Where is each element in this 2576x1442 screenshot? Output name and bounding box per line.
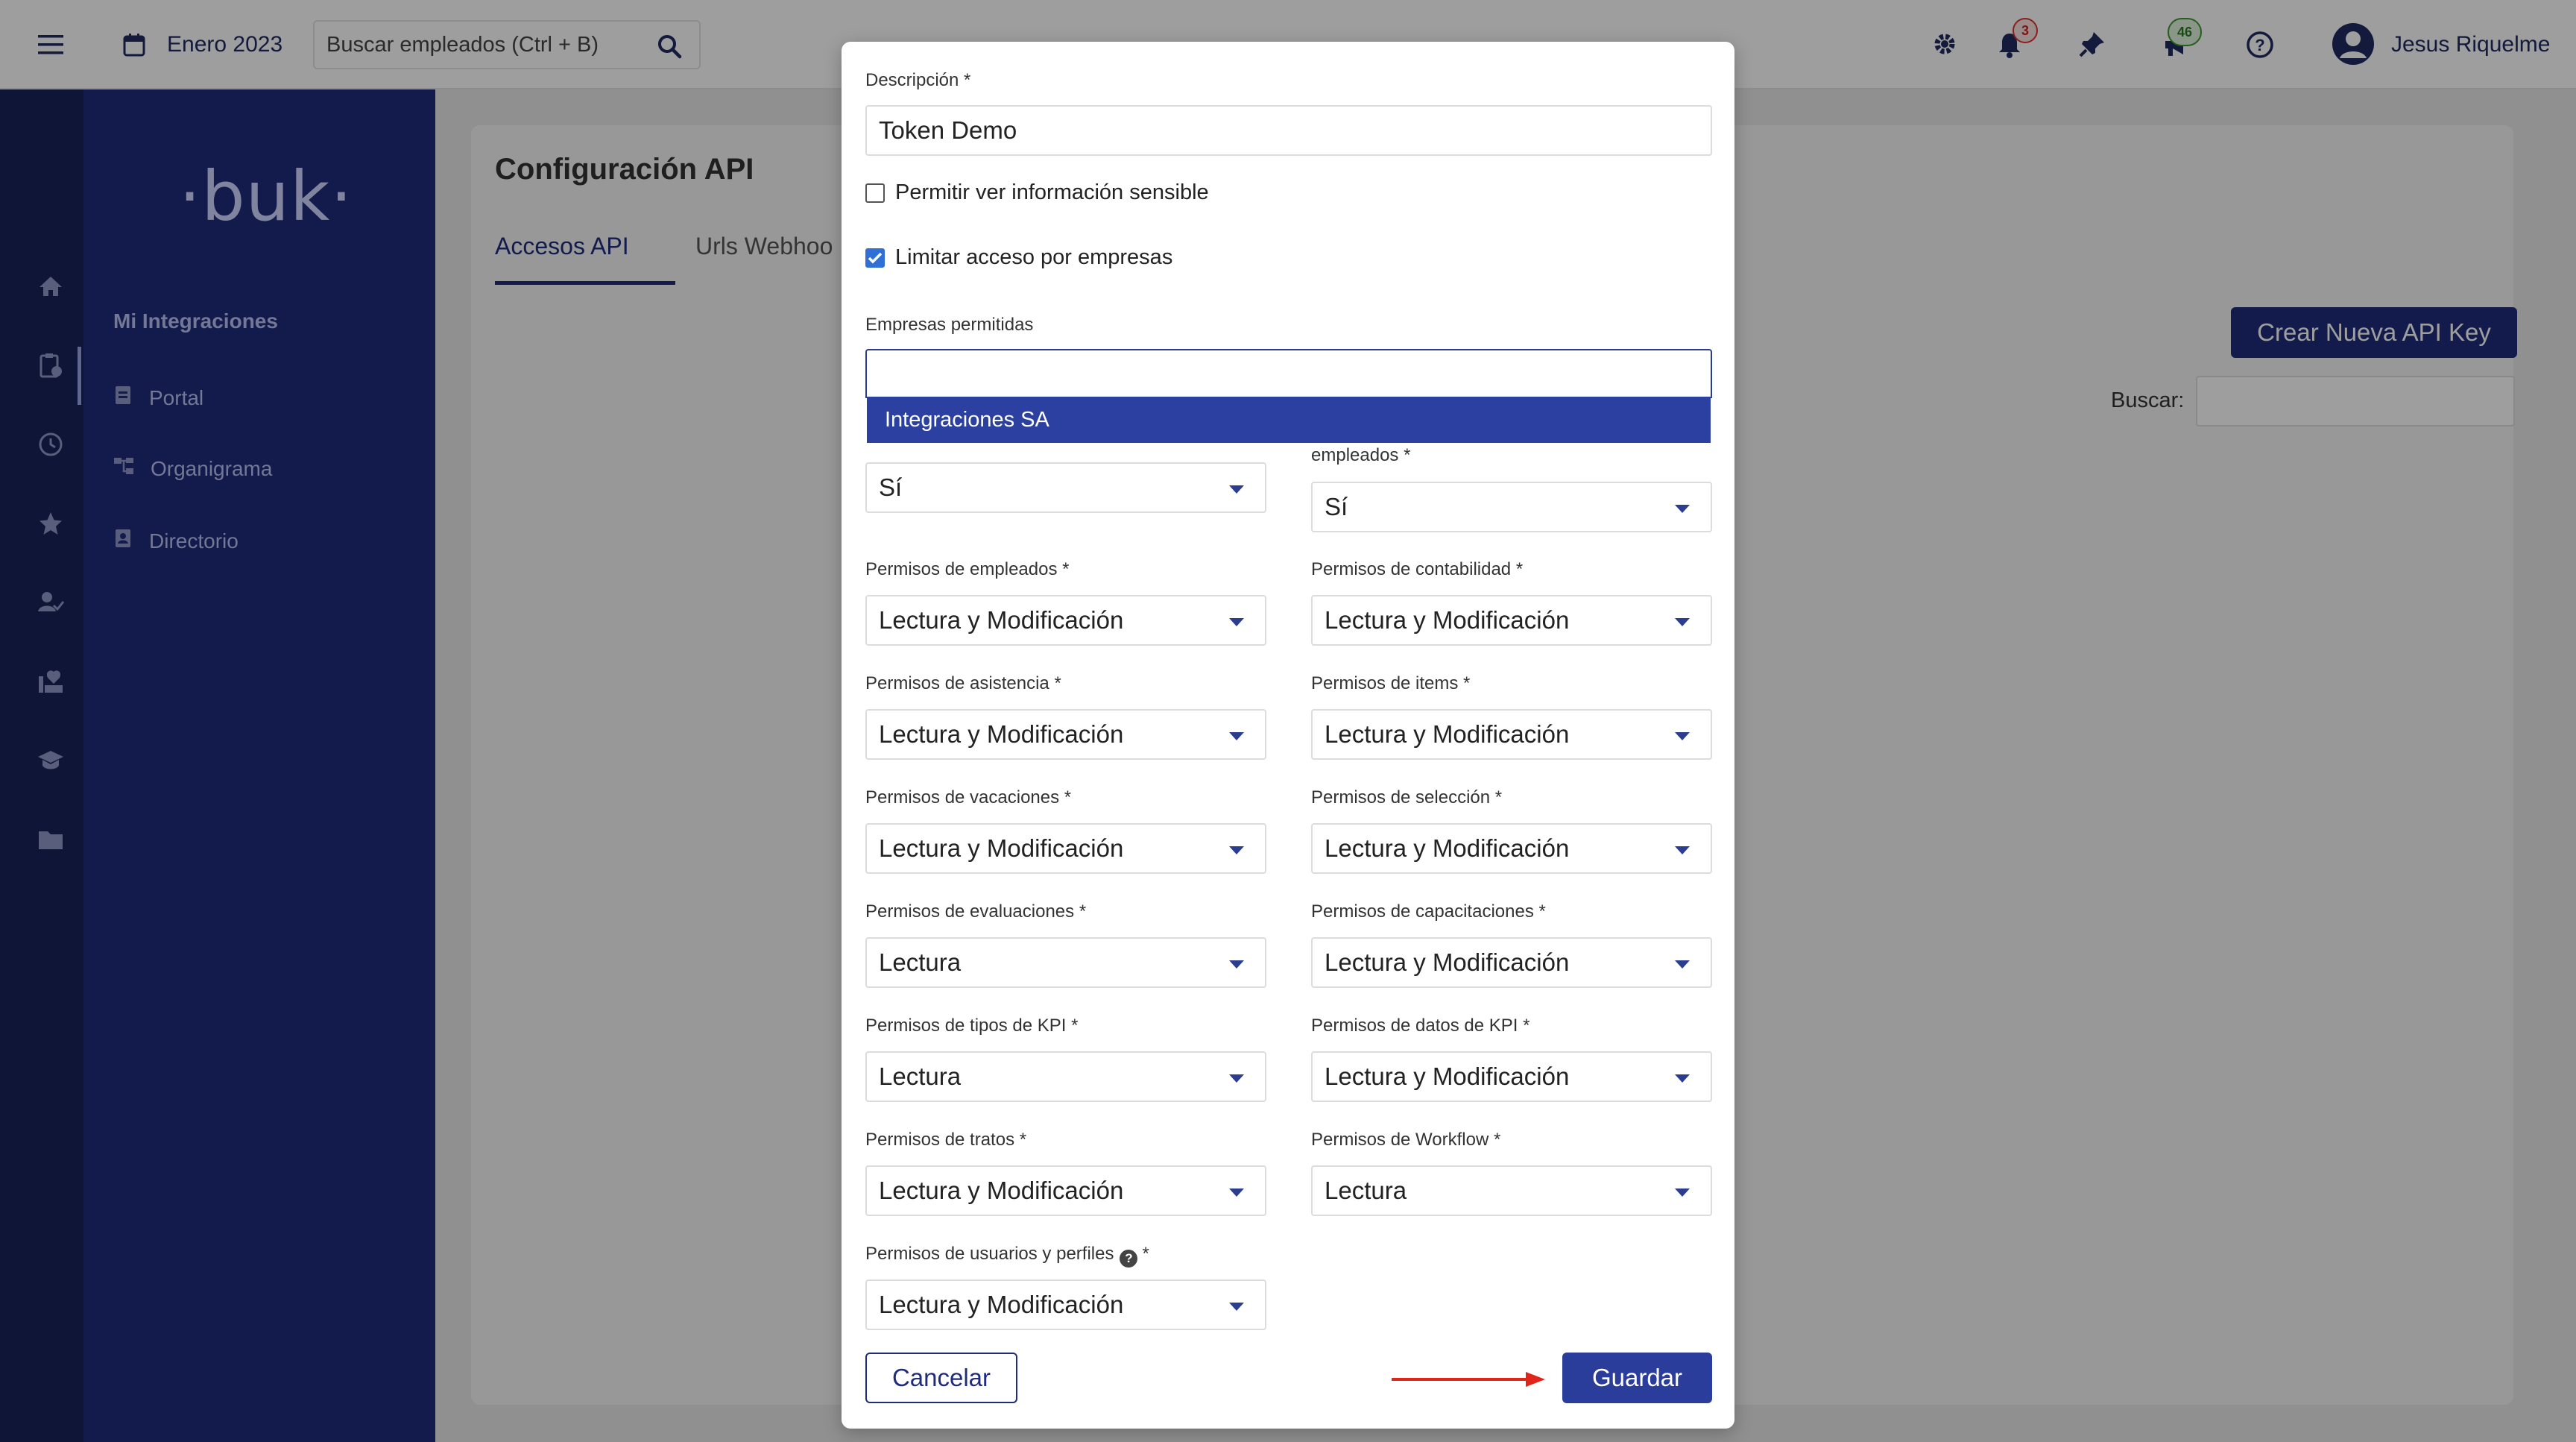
select-row0-left[interactable]: Sí [865,462,1266,513]
limit-companies-label: Limitar acceso por empresas [895,245,1173,269]
limit-companies-checkbox[interactable] [865,248,885,268]
perm-label-workflow: Permisos de Workflow * [1311,1130,1501,1150]
perm-label-asistencia: Permisos de asistencia * [865,673,1061,693]
perm-label-seleccion: Permisos de selección * [1311,787,1503,807]
api-key-modal: Descripción * Permitir ver información s… [842,42,1734,1429]
perm-select-workflow[interactable]: Lectura [1311,1165,1712,1216]
companies-search-input[interactable] [865,349,1712,398]
perm-select-seleccion[interactable]: Lectura y Modificación [1311,823,1712,874]
question-circle-icon[interactable]: ? [1120,1250,1138,1268]
chevron-down-icon [1675,1188,1690,1197]
sensitive-info-label: Permitir ver información sensible [895,180,1209,204]
select-value: Lectura [1325,1177,1407,1204]
perm-label-empleados: Permisos de empleados * [865,559,1070,579]
perm-select-items[interactable]: Lectura y Modificación [1311,709,1712,760]
perm-label-tratos: Permisos de tratos * [865,1130,1027,1150]
perm-label-datos-kpi: Permisos de datos de KPI * [1311,1016,1530,1036]
chevron-down-icon [1229,1303,1244,1311]
perm-select-datos-kpi[interactable]: Lectura y Modificación [1311,1051,1712,1102]
sensitive-info-row[interactable]: Permitir ver información sensible [865,180,1209,205]
companies-label: Empresas permitidas [865,315,1034,335]
description-input[interactable] [865,105,1712,156]
perm-label-items: Permisos de items * [1311,673,1471,693]
chevron-down-icon [1229,618,1244,626]
perm-select-empleados[interactable]: Lectura y Modificación [865,595,1266,646]
sensitive-info-checkbox[interactable] [865,183,885,203]
perm-select-usuarios-perfiles[interactable]: Lectura y Modificación [865,1279,1266,1330]
perm-label-tipos-kpi: Permisos de tipos de KPI * [865,1016,1079,1036]
chevron-down-icon [1675,960,1690,969]
select-value: Lectura y Modificación [1325,948,1570,976]
perm-label-evaluaciones: Permisos de evaluaciones * [865,901,1087,922]
checkmark-icon [868,252,883,263]
limit-companies-row[interactable]: Limitar acceso por empresas [865,245,1172,270]
red-arrow-annotation-icon [1392,1372,1545,1387]
select-value: Lectura y Modificación [1325,834,1570,862]
chevron-down-icon [1675,505,1690,513]
select-value: Lectura [879,948,962,976]
select-value: Sí [1325,493,1348,520]
cancel-button[interactable]: Cancelar [865,1353,1017,1403]
perm-label-contabilidad: Permisos de contabilidad * [1311,559,1524,579]
chevron-down-icon [1675,618,1690,626]
perm-select-tipos-kpi[interactable]: Lectura [865,1051,1266,1102]
chevron-down-icon [1229,846,1244,854]
select-value: Lectura [879,1062,962,1090]
perm-select-evaluaciones[interactable]: Lectura [865,937,1266,988]
perm-label-vacaciones: Permisos de vacaciones * [865,787,1072,807]
perm-select-asistencia[interactable]: Lectura y Modificación [865,709,1266,760]
perm-select-vacaciones[interactable]: Lectura y Modificación [865,823,1266,874]
perm-select-tratos[interactable]: Lectura y Modificación [865,1165,1266,1216]
chevron-down-icon [1229,1188,1244,1197]
select-value: Lectura y Modificación [879,834,1124,862]
select-value: Lectura y Modificación [1325,720,1570,748]
select-value: Lectura y Modificación [1325,1062,1570,1090]
perm-label-usuarios-perfiles: Permisos de usuarios y perfiles? * [865,1244,1149,1268]
chevron-down-icon [1229,1074,1244,1083]
select-value: Lectura y Modificación [879,1291,1124,1318]
chevron-down-icon [1675,1074,1690,1083]
perm-label-text: Permisos de usuarios y perfiles [865,1244,1114,1264]
select-value: Lectura y Modificación [879,720,1124,748]
perm-select-capacitaciones[interactable]: Lectura y Modificación [1311,937,1712,988]
chevron-down-icon [1229,485,1244,494]
chevron-down-icon [1675,846,1690,854]
row0-right-label: empleados * [1311,445,1411,465]
chevron-down-icon [1229,732,1244,740]
company-option-integraciones-sa[interactable]: Integraciones SA [867,397,1711,443]
select-value: Lectura y Modificación [1325,606,1570,634]
chevron-down-icon [1675,732,1690,740]
select-value: Lectura y Modificación [879,606,1124,634]
select-value: Lectura y Modificación [879,1177,1124,1204]
save-button[interactable]: Guardar [1562,1353,1712,1403]
description-label: Descripción * [865,70,971,90]
required-marker: * [1142,1244,1149,1264]
chevron-down-icon [1229,960,1244,969]
select-value: Sí [879,473,903,501]
perm-select-contabilidad[interactable]: Lectura y Modificación [1311,595,1712,646]
perm-label-capacitaciones: Permisos de capacitaciones * [1311,901,1546,922]
select-row0-right[interactable]: Sí [1311,482,1712,532]
